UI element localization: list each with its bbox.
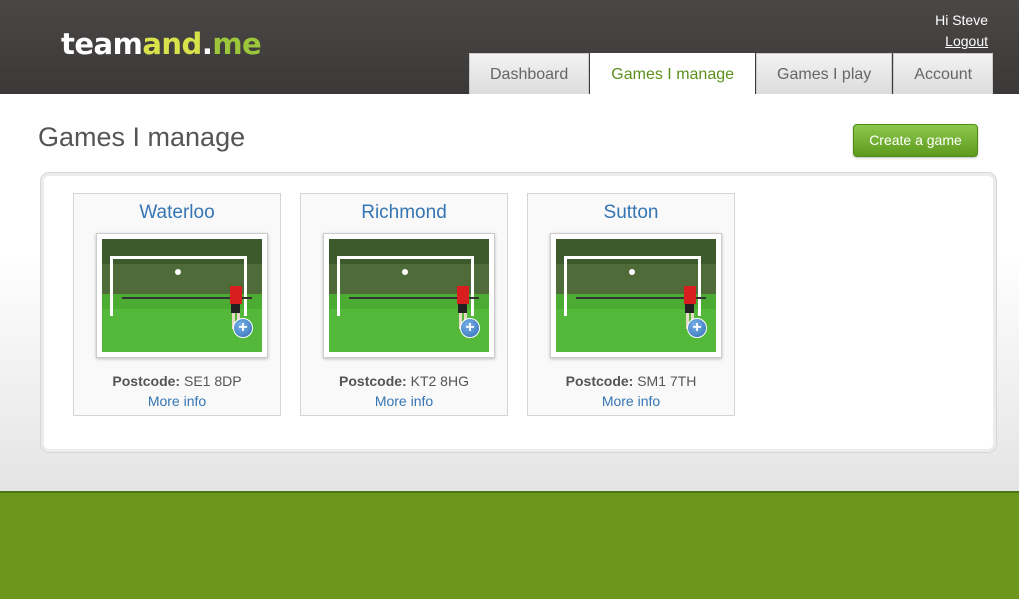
games-panel: Waterloo + Postcode: SE1 8DP More info R… [40, 172, 997, 453]
game-title-link[interactable]: Waterloo [74, 202, 280, 224]
game-card: Richmond + Postcode: KT2 8HG More info [300, 193, 508, 416]
tab-dashboard[interactable]: Dashboard [469, 53, 590, 94]
more-info-link[interactable]: More info [301, 393, 507, 409]
postcode-value: SE1 8DP [183, 373, 242, 389]
postcode-label: Postcode: [339, 373, 407, 389]
tab-games-i-manage[interactable]: Games I manage [590, 53, 756, 94]
postcode-line: Postcode: SE1 8DP [74, 373, 280, 389]
postcode-value: KT2 8HG [410, 373, 469, 389]
postcode-value: SM1 7TH [637, 373, 697, 389]
add-plus-icon[interactable]: + [687, 318, 707, 338]
main-content: Games I manage Create a game Waterloo + … [0, 94, 1019, 491]
postcode-label: Postcode: [565, 373, 634, 389]
add-plus-icon[interactable]: + [233, 318, 253, 338]
game-title-link[interactable]: Richmond [301, 202, 507, 224]
game-card: Waterloo + Postcode: SE1 8DP More info [73, 193, 281, 416]
user-greeting: Hi Steve [935, 12, 988, 28]
add-plus-icon[interactable]: + [460, 318, 480, 338]
more-info-link[interactable]: More info [74, 393, 280, 409]
logo-text-me: me [212, 27, 262, 61]
header-bar: teamand.me Hi Steve Logout Dashboard Gam… [0, 0, 1019, 94]
game-photo[interactable]: + [550, 233, 722, 358]
game-card: Sutton + Postcode: SM1 7TH More info [527, 193, 735, 416]
logo-text-dot: . [201, 27, 213, 61]
game-photo[interactable]: + [96, 233, 268, 358]
more-info-link[interactable]: More info [528, 393, 734, 409]
logo[interactable]: teamand.me [61, 27, 262, 61]
logo-text-team: team [61, 27, 143, 61]
tab-games-i-play[interactable]: Games I play [756, 53, 893, 94]
game-title-link[interactable]: Sutton [528, 202, 734, 224]
postcode-line: Postcode: SM1 7TH [528, 373, 734, 389]
game-photo[interactable]: + [323, 233, 495, 358]
postcode-line: Postcode: KT2 8HG [301, 373, 507, 389]
page-title: Games I manage [38, 122, 246, 152]
tab-account[interactable]: Account [893, 53, 994, 94]
footer-bar [0, 491, 1019, 599]
create-game-button[interactable]: Create a game [853, 124, 978, 157]
logout-link[interactable]: Logout [945, 33, 988, 49]
postcode-label: Postcode: [112, 373, 181, 389]
main-nav-tabs: Dashboard Games I manage Games I play Ac… [469, 53, 994, 94]
logo-text-and: and [142, 27, 202, 61]
